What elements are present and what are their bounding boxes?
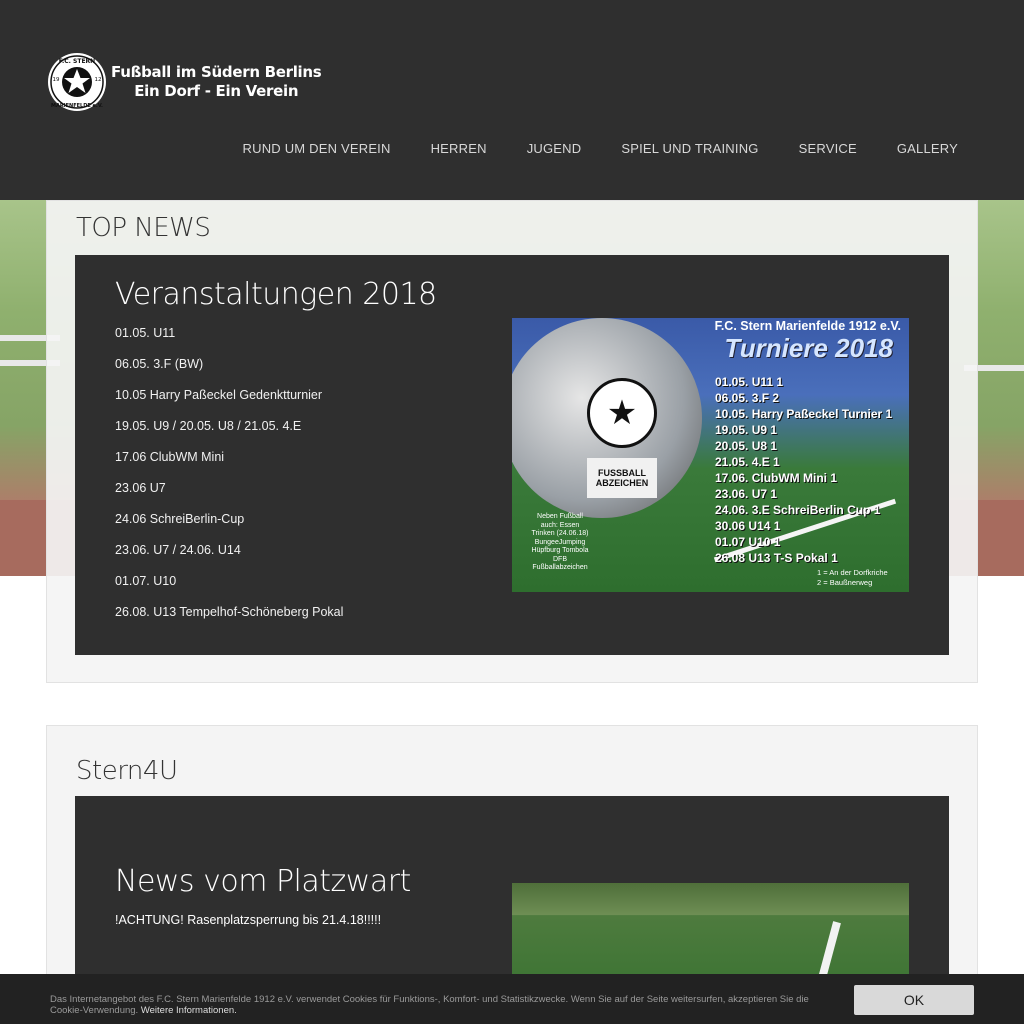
svg-text:MARIENFELDE e.V.: MARIENFELDE e.V. <box>51 103 103 109</box>
poster-list: 01.05. U11 1 06.05. 3.F 2 10.05. Harry P… <box>715 374 892 566</box>
list-item: 01.05. U11 <box>115 326 176 340</box>
card-title[interactable]: Veranstaltungen 2018 <box>115 277 437 312</box>
football-field-image[interactable] <box>512 883 909 978</box>
list-item: 26.08. U13 Tempelhof-Schöneberg Pokal <box>115 605 344 619</box>
list-item: 06.05. 3.F 2 <box>715 391 780 405</box>
card-text: !ACHTUNG! Rasenplatzsperrung bis 21.4.18… <box>115 913 382 927</box>
nav-gallery[interactable]: GALLERY <box>897 141 958 156</box>
list-item: 06.05. 3.F (BW) <box>115 357 204 371</box>
svg-text:F.C. STERN: F.C. STERN <box>59 58 95 65</box>
svg-text:19: 19 <box>53 77 60 83</box>
list-item: 24.06 SchreiBerlin-Cup <box>115 512 245 526</box>
poster-legend-1: 1 = An der Dorfkriche <box>817 568 888 577</box>
stern4u-title: Stern4U <box>76 756 178 786</box>
tagline-line-1: Fußball im Südern Berlins <box>111 63 322 81</box>
list-item: 23.06 U7 <box>115 481 166 495</box>
cookie-ok-button[interactable]: OK <box>854 985 974 1015</box>
list-item: 17.06. ClubWM Mini 1 <box>715 471 838 485</box>
club-crest-icon: F.C. STERN MARIENFELDE e.V. 19 12 <box>48 53 106 111</box>
tagline-line-2: Ein Dorf - Ein Verein <box>134 82 299 100</box>
nav-rund-um-den-verein[interactable]: RUND UM DEN VEREIN <box>243 141 391 156</box>
nav-jugend[interactable]: JUGEND <box>527 141 582 156</box>
top-news-title: TOP NEWS <box>76 213 211 243</box>
field-trees <box>512 883 909 915</box>
list-item: 17.06 ClubWM Mini <box>115 450 225 464</box>
poster-side-text: Neben Fußball auch: Essen Trinken (24.06… <box>531 513 589 571</box>
list-item: 01.05. U11 1 <box>715 375 784 389</box>
list-item: 01.07. U10 <box>115 574 177 588</box>
site-tagline: Fußball im Südern Berlins Ein Dorf - Ein… <box>111 63 322 101</box>
poster-star-icon: ★ <box>587 378 657 448</box>
tournament-poster-image[interactable]: ★ FUSSBALL ABZEICHEN F.C. Stern Marienfe… <box>512 318 909 592</box>
list-item: 10.05 Harry Paßeckel Gedenktturnier <box>115 388 323 402</box>
nav-herren[interactable]: HERREN <box>431 141 487 156</box>
poster-subtitle: Turniere 2018 <box>724 333 893 363</box>
cookie-banner: Das Internetangebot des F.C. Stern Marie… <box>0 974 1024 1024</box>
poster-legend: 1 = An der Dorfkriche 2 = Baußnerweg <box>817 568 888 588</box>
list-item: 19.05. U9 / 20.05. U8 / 21.05. 4.E <box>115 419 302 433</box>
list-item: 23.06. U7 1 <box>715 487 778 501</box>
site-logo[interactable]: F.C. STERN MARIENFELDE e.V. 19 12 Fußbal… <box>47 52 322 112</box>
list-item: 26.08 U13 T-S Pokal 1 <box>715 551 838 565</box>
svg-text:12: 12 <box>95 77 102 83</box>
field-line <box>815 921 841 978</box>
site-header: F.C. STERN MARIENFELDE e.V. 19 12 Fußbal… <box>0 0 1024 200</box>
poster-legend-2: 2 = Baußnerweg <box>817 578 873 587</box>
list-item: 23.06. U7 / 24.06. U14 <box>115 543 241 557</box>
nav-spiel-und-training[interactable]: SPIEL UND TRAINING <box>621 141 758 156</box>
list-item: 21.05. 4.E 1 <box>715 455 780 469</box>
top-news-section: TOP NEWS Veranstaltungen 2018 01.05. U11… <box>46 200 978 683</box>
poster-badge: FUSSBALL ABZEICHEN <box>587 458 657 498</box>
poster-title: F.C. Stern Marienfelde 1912 e.V. <box>714 319 901 333</box>
list-item: 19.05. U9 1 <box>715 423 778 437</box>
cookie-text: Das Internetangebot des F.C. Stern Marie… <box>50 994 820 1016</box>
card-title[interactable]: News vom Platzwart <box>115 864 411 899</box>
news-card[interactable]: Veranstaltungen 2018 01.05. U11 06.05. 3… <box>75 255 949 655</box>
main-nav: RUND UM DEN VEREIN HERREN JUGEND SPIEL U… <box>203 141 958 156</box>
list-item: 10.05. Harry Paßeckel Turnier 1 <box>715 407 893 421</box>
cookie-more-link[interactable]: Weitere Informationen. <box>141 1005 237 1016</box>
event-list: 01.05. U11 06.05. 3.F (BW) 10.05 Harry P… <box>115 325 343 635</box>
list-item: 30.06 U14 1 <box>715 519 781 533</box>
list-item: 20.05. U8 1 <box>715 439 778 453</box>
nav-service[interactable]: SERVICE <box>799 141 857 156</box>
list-item: 24.06. 3.E SchreiBerlin Cup 1 <box>715 503 881 517</box>
list-item: 01.07 U10 1 <box>715 535 781 549</box>
stern4u-section: Stern4U News vom Platzwart !ACHTUNG! Ras… <box>46 725 978 996</box>
news-card[interactable]: News vom Platzwart !ACHTUNG! Rasenplatzs… <box>75 796 949 996</box>
